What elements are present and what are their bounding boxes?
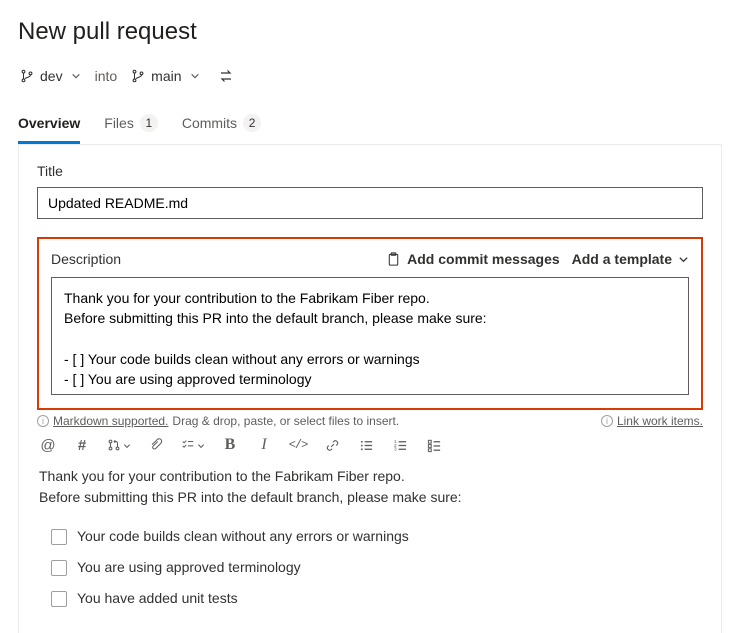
helper-row: i Markdown supported. Drag & drop, paste…	[37, 414, 703, 428]
tab-label: Commits	[182, 115, 237, 131]
tab-overview[interactable]: Overview	[18, 107, 80, 144]
tab-label: Overview	[18, 115, 80, 131]
info-icon: i	[37, 415, 49, 427]
paperclip-icon	[149, 438, 163, 452]
swap-icon	[218, 68, 234, 84]
checklist-label: Your code builds clean without any error…	[77, 526, 409, 547]
button-label: Add a template	[572, 251, 672, 267]
numbered-list-button[interactable]: 1 2 3	[391, 436, 409, 454]
chevron-down-icon	[71, 71, 81, 81]
mention-button[interactable]: @	[39, 436, 57, 454]
editor-toolbar: @ #	[37, 428, 703, 466]
checklist-item: You have added unit tests	[39, 588, 701, 609]
work-item-ref-button[interactable]: #	[73, 436, 91, 454]
checkbox[interactable]	[51, 529, 67, 545]
attach-button[interactable]	[147, 436, 165, 454]
description-textarea[interactable]	[51, 277, 689, 395]
tab-commits[interactable]: Commits 2	[182, 106, 261, 145]
tab-label: Files	[104, 115, 134, 131]
description-label: Description	[51, 251, 374, 267]
svg-text:3: 3	[393, 446, 396, 451]
preview-intro-line: Thank you for your contribution to the F…	[39, 468, 405, 484]
checklist-button[interactable]	[181, 436, 205, 454]
chevron-down-icon	[123, 437, 131, 454]
code-button[interactable]: </>	[289, 436, 307, 454]
link-icon	[325, 438, 340, 453]
branch-selector-row: dev into main	[18, 64, 722, 102]
italic-button[interactable]: I	[255, 436, 273, 454]
chevron-down-icon	[190, 71, 200, 81]
add-template-button[interactable]: Add a template	[572, 251, 689, 267]
into-label: into	[95, 68, 118, 84]
add-commit-messages-button[interactable]: Add commit messages	[386, 251, 560, 267]
title-input[interactable]	[37, 187, 703, 219]
checklist-label: You are using approved terminology	[77, 557, 301, 578]
numbered-list-icon: 1 2 3	[393, 438, 408, 453]
checkbox[interactable]	[51, 560, 67, 576]
chevron-down-icon	[678, 254, 689, 265]
description-highlight: Description Add commit messages Add a te…	[37, 237, 703, 410]
checklist-item: You are using approved terminology	[39, 557, 701, 578]
branch-icon	[20, 69, 34, 83]
button-label: Add commit messages	[407, 251, 560, 267]
tab-files[interactable]: Files 1	[104, 106, 158, 145]
commits-count-badge: 2	[243, 114, 261, 132]
source-branch-picker[interactable]: dev	[20, 68, 81, 84]
bold-button[interactable]: B	[221, 436, 239, 454]
task-list-button[interactable]	[425, 436, 443, 454]
description-header: Description Add commit messages Add a te…	[51, 251, 689, 267]
task-list-icon	[427, 438, 442, 453]
source-branch-name: dev	[40, 68, 63, 84]
tabs: Overview Files 1 Commits 2	[18, 106, 722, 145]
target-branch-name: main	[151, 68, 181, 84]
bullet-list-icon	[359, 438, 374, 453]
description-preview: Thank you for your contribution to the F…	[37, 466, 703, 609]
checkbox[interactable]	[51, 591, 67, 607]
pr-icon	[107, 438, 121, 452]
drag-drop-hint: Drag & drop, paste, or select files to i…	[172, 414, 399, 428]
target-branch-picker[interactable]: main	[131, 68, 199, 84]
bullet-list-button[interactable]	[357, 436, 375, 454]
swap-branches-button[interactable]	[214, 64, 238, 88]
info-icon: i	[601, 415, 613, 427]
form-area: Title Description Add commit messages Ad…	[18, 145, 722, 633]
chevron-down-icon	[197, 437, 205, 454]
title-label: Title	[37, 163, 703, 179]
markdown-supported-link[interactable]: Markdown supported.	[53, 414, 168, 428]
checklist-item: Your code builds clean without any error…	[39, 526, 701, 547]
link-work-items-link[interactable]: Link work items.	[617, 414, 703, 428]
paste-icon	[386, 252, 401, 267]
page-title: New pull request	[18, 18, 722, 46]
checklist-icon	[181, 438, 195, 452]
branch-icon	[131, 69, 145, 83]
files-count-badge: 1	[140, 114, 158, 132]
checklist-label: You have added unit tests	[77, 588, 238, 609]
preview-intro-line: Before submitting this PR into the defau…	[39, 489, 462, 505]
link-button[interactable]	[323, 436, 341, 454]
pr-ref-button[interactable]	[107, 436, 131, 454]
